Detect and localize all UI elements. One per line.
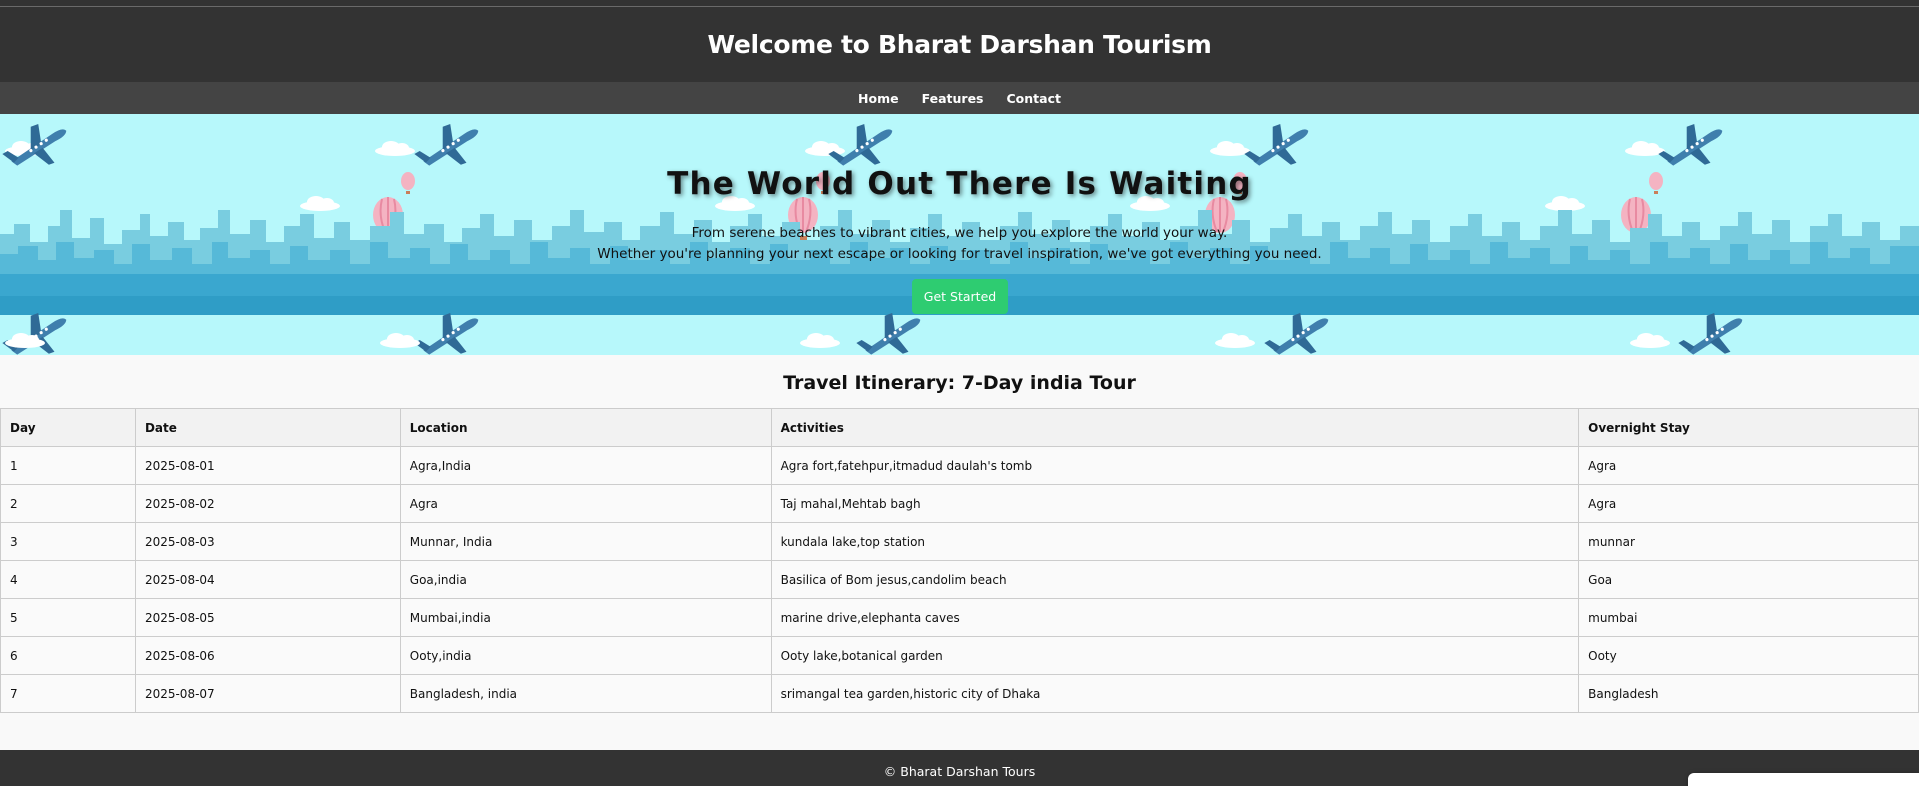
- column-header-day: Day: [0, 408, 136, 447]
- get-started-button[interactable]: Get Started: [912, 279, 1008, 314]
- nav-link-contact[interactable]: Contact: [1007, 91, 1061, 106]
- site-header: Welcome to Bharat Darshan Tourism: [0, 7, 1919, 82]
- corner-popup-widget[interactable]: [1688, 773, 1919, 786]
- column-header-date: Date: [134, 408, 401, 447]
- itinerary-table: Day Date Location Activities Overnight S…: [0, 408, 1919, 713]
- cell-location: Ooty,india: [399, 636, 772, 675]
- cell-day: 5: [0, 598, 136, 637]
- table-row: 7 2025-08-07 Bangladesh, india srimangal…: [0, 674, 1919, 713]
- table-row: 4 2025-08-04 Goa,india Basilica of Bom j…: [0, 560, 1919, 599]
- cell-date: 2025-08-02: [134, 484, 401, 523]
- cell-day: 3: [0, 522, 136, 561]
- cell-date: 2025-08-04: [134, 560, 401, 599]
- site-title: Welcome to Bharat Darshan Tourism: [707, 30, 1212, 59]
- table-header-row: Day Date Location Activities Overnight S…: [0, 408, 1919, 447]
- cell-date: 2025-08-07: [134, 674, 401, 713]
- hero-title: The World Out There Is Waiting: [667, 166, 1252, 202]
- cell-overnight-stay: Bangladesh: [1578, 674, 1919, 713]
- hero-tagline-2: Whether you're planning your next escape…: [597, 246, 1322, 262]
- cell-overnight-stay: mumbai: [1578, 598, 1919, 637]
- cell-overnight-stay: munnar: [1578, 522, 1919, 561]
- cell-overnight-stay: Agra: [1578, 484, 1919, 523]
- column-header-location: Location: [399, 408, 772, 447]
- cell-location: Agra,India: [399, 446, 772, 485]
- cell-day: 4: [0, 560, 136, 599]
- table-row: 6 2025-08-06 Ooty,india Ooty lake,botani…: [0, 636, 1919, 675]
- hero-tagline-1: From serene beaches to vibrant cities, w…: [691, 225, 1228, 241]
- main-nav: Home Features Contact: [0, 82, 1919, 114]
- table-row: 5 2025-08-05 Mumbai,india marine drive,e…: [0, 598, 1919, 637]
- cell-overnight-stay: Agra: [1578, 446, 1919, 485]
- cell-location: Munnar, India: [399, 522, 772, 561]
- cell-location: Bangladesh, india: [399, 674, 772, 713]
- cell-activities: Taj mahal,Mehtab bagh: [770, 484, 1580, 523]
- table-row: 1 2025-08-01 Agra,India Agra fort,fatehp…: [0, 446, 1919, 485]
- cell-activities: Basilica of Bom jesus,candolim beach: [770, 560, 1580, 599]
- cell-date: 2025-08-06: [134, 636, 401, 675]
- cell-date: 2025-08-03: [134, 522, 401, 561]
- cell-location: Mumbai,india: [399, 598, 772, 637]
- hero-banner: The World Out There Is Waiting From sere…: [0, 114, 1919, 355]
- table-row: 2 2025-08-02 Agra Taj mahal,Mehtab bagh …: [0, 484, 1919, 523]
- nav-link-home[interactable]: Home: [858, 91, 899, 106]
- cell-location: Goa,india: [399, 560, 772, 599]
- cell-overnight-stay: Goa: [1578, 560, 1919, 599]
- cell-activities: kundala lake,top station: [770, 522, 1580, 561]
- cell-activities: marine drive,elephanta caves: [770, 598, 1580, 637]
- column-header-activities: Activities: [770, 408, 1580, 447]
- hero-content: The World Out There Is Waiting From sere…: [0, 114, 1919, 355]
- footer-copyright: © Bharat Darshan Tours: [883, 764, 1036, 779]
- cell-date: 2025-08-05: [134, 598, 401, 637]
- cell-date: 2025-08-01: [134, 446, 401, 485]
- nav-link-features[interactable]: Features: [922, 91, 984, 106]
- cell-day: 7: [0, 674, 136, 713]
- cell-overnight-stay: Ooty: [1578, 636, 1919, 675]
- cell-day: 6: [0, 636, 136, 675]
- cell-location: Agra: [399, 484, 772, 523]
- cell-day: 2: [0, 484, 136, 523]
- column-header-overnight-stay: Overnight Stay: [1578, 408, 1919, 447]
- cell-activities: Ooty lake,botanical garden: [770, 636, 1580, 675]
- cell-activities: Agra fort,fatehpur,itmadud daulah's tomb: [770, 446, 1580, 485]
- cell-activities: srimangal tea garden,historic city of Dh…: [770, 674, 1580, 713]
- cell-day: 1: [0, 446, 136, 485]
- itinerary-title: Travel Itinerary: 7-Day india Tour: [783, 372, 1136, 394]
- table-row: 3 2025-08-03 Munnar, India kundala lake,…: [0, 522, 1919, 561]
- window-top-strip: [0, 0, 1919, 7]
- site-footer: © Bharat Darshan Tours: [0, 750, 1919, 786]
